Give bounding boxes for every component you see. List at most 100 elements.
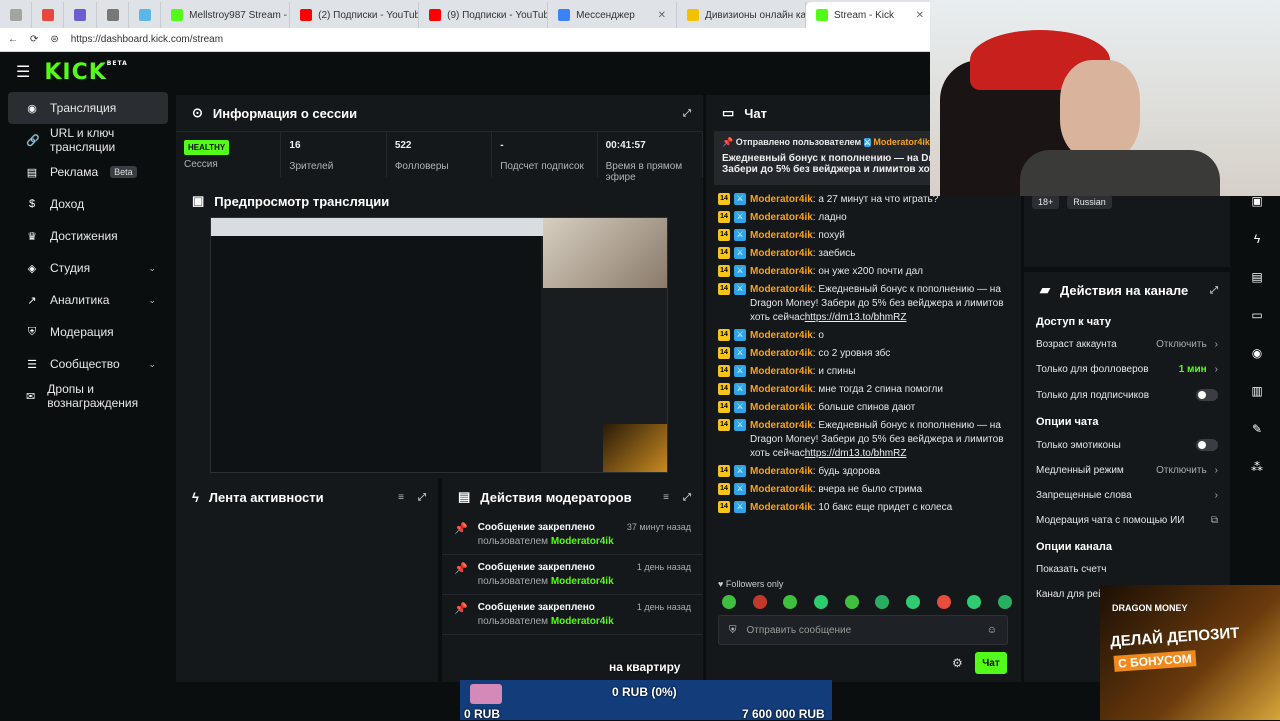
expand-icon[interactable]: ⤢ [418, 492, 426, 503]
bolt-icon[interactable]: ϟ [1242, 224, 1272, 254]
filter-icon[interactable]: ≡ [663, 492, 669, 503]
emote-icon[interactable] [722, 595, 736, 609]
emote-icon[interactable] [752, 595, 767, 609]
record-icon[interactable]: ◉ [1242, 338, 1272, 368]
toggle-switch[interactable] [1196, 439, 1218, 451]
moderator-link[interactable]: Moderator4ik [551, 576, 614, 587]
chat-input[interactable]: ⛨ Отправить сообщение ☺ [718, 615, 1008, 645]
wrench-icon[interactable]: ✎ [1242, 414, 1272, 444]
channel-setting-row[interactable]: Медленный режим Отключить › [1024, 458, 1230, 483]
sidebar-item[interactable]: 🔗 URL и ключ трансляции [8, 124, 168, 156]
filter-icon[interactable]: ≡ [398, 492, 404, 503]
emote-icon[interactable] [813, 595, 828, 609]
chat-username[interactable]: Moderator4ik [750, 330, 813, 341]
tab-favicon-icon [429, 9, 442, 21]
sidebar-item[interactable]: ↗ Аналитика ⌄ [8, 284, 168, 316]
site-info-icon[interactable]: ⊜ [50, 34, 58, 45]
channel-setting-row[interactable]: Показать счетч [1024, 557, 1230, 582]
external-link-icon[interactable]: ⧉ [1211, 515, 1218, 526]
chat-link[interactable]: https://dm13.to/bhmRZ [805, 312, 907, 323]
menu-icon[interactable]: ☰ [16, 62, 30, 82]
toggle-switch[interactable] [1196, 389, 1218, 401]
tag-age[interactable]: 18+ [1032, 195, 1060, 209]
emoji-icon[interactable]: ☺ [987, 625, 997, 636]
send-chat-button[interactable]: Чат [975, 652, 1007, 674]
chat-username[interactable]: Moderator4ik [750, 212, 813, 223]
chat-username[interactable]: Moderator4ik [750, 366, 813, 377]
url-text[interactable]: https://dashboard.kick.com/stream [71, 34, 223, 45]
browser-tab[interactable]: (2) Подписки - YouTube✕ [290, 2, 420, 28]
emote-icon[interactable] [936, 595, 951, 609]
chat-username[interactable]: Moderator4ik [750, 502, 813, 513]
channel-setting-row[interactable]: Только для подписчиков [1024, 382, 1230, 408]
chat-username[interactable]: Moderator4ik [750, 248, 813, 259]
channel-setting-row[interactable]: Только для фолловеров 1 мин › [1024, 357, 1230, 382]
browser-tab[interactable]: Мессенджер ✕ [548, 2, 678, 28]
browser-tab[interactable] [64, 2, 97, 28]
browser-tab[interactable] [129, 2, 162, 28]
chat-username[interactable]: Moderator4ik [750, 466, 813, 477]
sidebar-item[interactable]: ⛨ Модерация [8, 316, 168, 348]
chat-username[interactable]: Moderator4ik [750, 348, 813, 359]
expand-icon[interactable]: ⤢ [683, 492, 691, 503]
browser-tab[interactable]: (9) Подписки - YouTube✕ [419, 2, 549, 28]
settings-gear-icon[interactable]: ⚙ [952, 656, 963, 670]
channel-setting-row[interactable]: Запрещенные слова › [1024, 483, 1230, 508]
emote-icon[interactable] [905, 595, 920, 609]
chat-username[interactable]: Moderator4ik [750, 194, 813, 205]
close-icon[interactable]: ✕ [658, 10, 666, 21]
sidebar-item[interactable]: ◈ Студия ⌄ [8, 252, 168, 284]
mod-badge-icon: ⚔ [734, 483, 746, 495]
emote-icon[interactable] [967, 595, 982, 609]
chevron-down-icon[interactable]: ⌄ [148, 295, 156, 306]
stream-preview-video[interactable] [210, 217, 668, 473]
channel-setting-row[interactable]: Только эмотиконы [1024, 432, 1230, 458]
sidebar-item[interactable]: ✉ Дропы и вознаграждения [8, 380, 168, 412]
session-panel: ⊙ Информация о сессии ⤢ HEALTHY Сессия 16 З… [176, 95, 704, 183]
users-icon[interactable]: ⁂ [1242, 452, 1272, 482]
stat-value: 16 [289, 140, 301, 151]
moderator-link[interactable]: Moderator4ik [551, 616, 614, 627]
sidebar-item[interactable]: ☰ Сообщество ⌄ [8, 348, 168, 380]
emote-icon[interactable] [844, 595, 859, 609]
back-icon[interactable]: ← [8, 34, 18, 45]
browser-tab[interactable]: Stream - Kick ✕ [806, 2, 935, 28]
emote-icon[interactable] [997, 595, 1012, 609]
browser-tab[interactable] [32, 2, 65, 28]
emote-icon[interactable] [875, 595, 890, 609]
browser-tab[interactable] [0, 2, 33, 28]
chat-username[interactable]: Moderator4ik [750, 420, 813, 431]
save-icon[interactable]: ▥ [1242, 376, 1272, 406]
kick-logo[interactable]: KICKBETA [44, 60, 127, 85]
browser-tab[interactable] [97, 2, 129, 28]
expand-icon[interactable]: ⤢ [683, 108, 691, 119]
setting-value: Отключить [1156, 339, 1207, 350]
reload-icon[interactable]: ⟳ [30, 34, 38, 45]
sidebar-item[interactable]: $ Доход [8, 188, 168, 220]
chat-username[interactable]: Moderator4ik [750, 266, 813, 277]
sidebar-item[interactable]: ◉ Трансляция [8, 92, 168, 124]
sidebar-item[interactable]: ▤ Реклама Beta [8, 156, 168, 188]
chat-icon[interactable]: ▭ [1242, 300, 1272, 330]
browser-tab[interactable]: Mellstroy987 Stream - Watc✕ [161, 2, 291, 28]
emote-icon[interactable] [783, 595, 798, 609]
chat-message: 14 ⚔ Moderator4ik: Ежедневный бонус к поп… [706, 417, 1021, 463]
channel-setting-row[interactable]: Модерация чата с помощью ИИ ⧉ [1024, 508, 1230, 533]
chevron-down-icon[interactable]: ⌄ [148, 359, 156, 370]
browser-tab[interactable]: Дивизионы онлайн казин✕ [677, 2, 807, 28]
tag-language[interactable]: Russian [1067, 195, 1112, 209]
chat-link[interactable]: https://dm13.to/bhmRZ [805, 448, 907, 459]
channel-setting-row[interactable]: Возраст аккаунта Отключить › [1024, 332, 1230, 357]
chat-username[interactable]: Moderator4ik [750, 402, 813, 413]
list-icon[interactable]: ▤ [1242, 262, 1272, 292]
close-icon[interactable]: ✕ [916, 10, 924, 21]
chat-username[interactable]: Moderator4ik [750, 284, 813, 295]
chat-username[interactable]: Moderator4ik [750, 384, 813, 395]
pinned-user[interactable]: Moderator4ik [873, 137, 930, 147]
chevron-down-icon[interactable]: ⌄ [148, 263, 156, 274]
sidebar-item[interactable]: ♛ Достижения [8, 220, 168, 252]
chat-username[interactable]: Moderator4ik [750, 484, 813, 495]
chat-username[interactable]: Moderator4ik [750, 230, 813, 241]
expand-icon[interactable]: ⤢ [1210, 285, 1218, 296]
moderator-link[interactable]: Moderator4ik [551, 536, 614, 547]
